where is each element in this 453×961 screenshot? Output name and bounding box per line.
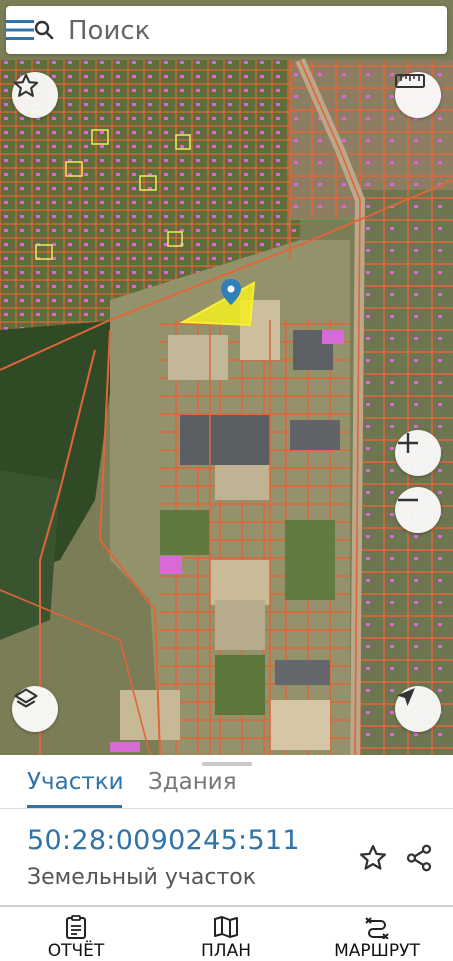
layers-icon [14, 688, 38, 708]
divider [0, 905, 453, 907]
land-type-label: Земельный участок [27, 865, 257, 890]
search-input[interactable]: Поиск [68, 16, 150, 46]
search-icon [34, 20, 54, 40]
star-outline-icon[interactable] [358, 843, 388, 873]
navigation-arrow-icon [397, 688, 415, 706]
layers-button[interactable] [12, 686, 58, 732]
share-icon[interactable] [404, 843, 434, 873]
parcel-info-sheet: Участки Здания 50:28:0090245:511 Земельн… [0, 755, 453, 961]
nav-route-button[interactable]: МАРШРУТ [317, 915, 437, 961]
tab-parcels[interactable]: Участки [27, 769, 124, 795]
satellite-map[interactable] [0, 0, 453, 755]
plus-icon [398, 433, 418, 453]
nav-report-button[interactable]: ОТЧЁТ [16, 915, 136, 961]
route-icon [365, 917, 389, 939]
nav-plan-label: ПЛАН [201, 941, 251, 961]
favorite-button[interactable] [12, 72, 58, 118]
clipboard-icon [66, 915, 86, 939]
tab-buildings[interactable]: Здания [148, 769, 237, 795]
measure-button[interactable] [395, 72, 441, 118]
sheet-drag-handle[interactable] [202, 762, 252, 766]
zoom-in-button[interactable] [395, 430, 441, 476]
star-outline-icon [13, 73, 39, 97]
zoom-out-button[interactable] [395, 487, 441, 533]
nav-route-label: МАРШРУТ [334, 941, 420, 961]
nav-report-label: ОТЧЁТ [47, 941, 105, 961]
search-bar[interactable]: Поиск [6, 6, 447, 54]
cadastral-number[interactable]: 50:28:0090245:511 [27, 825, 300, 856]
map-icon [214, 916, 238, 938]
menu-icon[interactable] [6, 20, 34, 40]
nav-plan-button[interactable]: ПЛАН [166, 915, 286, 961]
map-view[interactable]: Поиск [0, 0, 453, 755]
my-location-button[interactable] [395, 686, 441, 732]
divider [0, 808, 453, 809]
minus-icon [398, 498, 418, 502]
ruler-icon [395, 74, 425, 88]
